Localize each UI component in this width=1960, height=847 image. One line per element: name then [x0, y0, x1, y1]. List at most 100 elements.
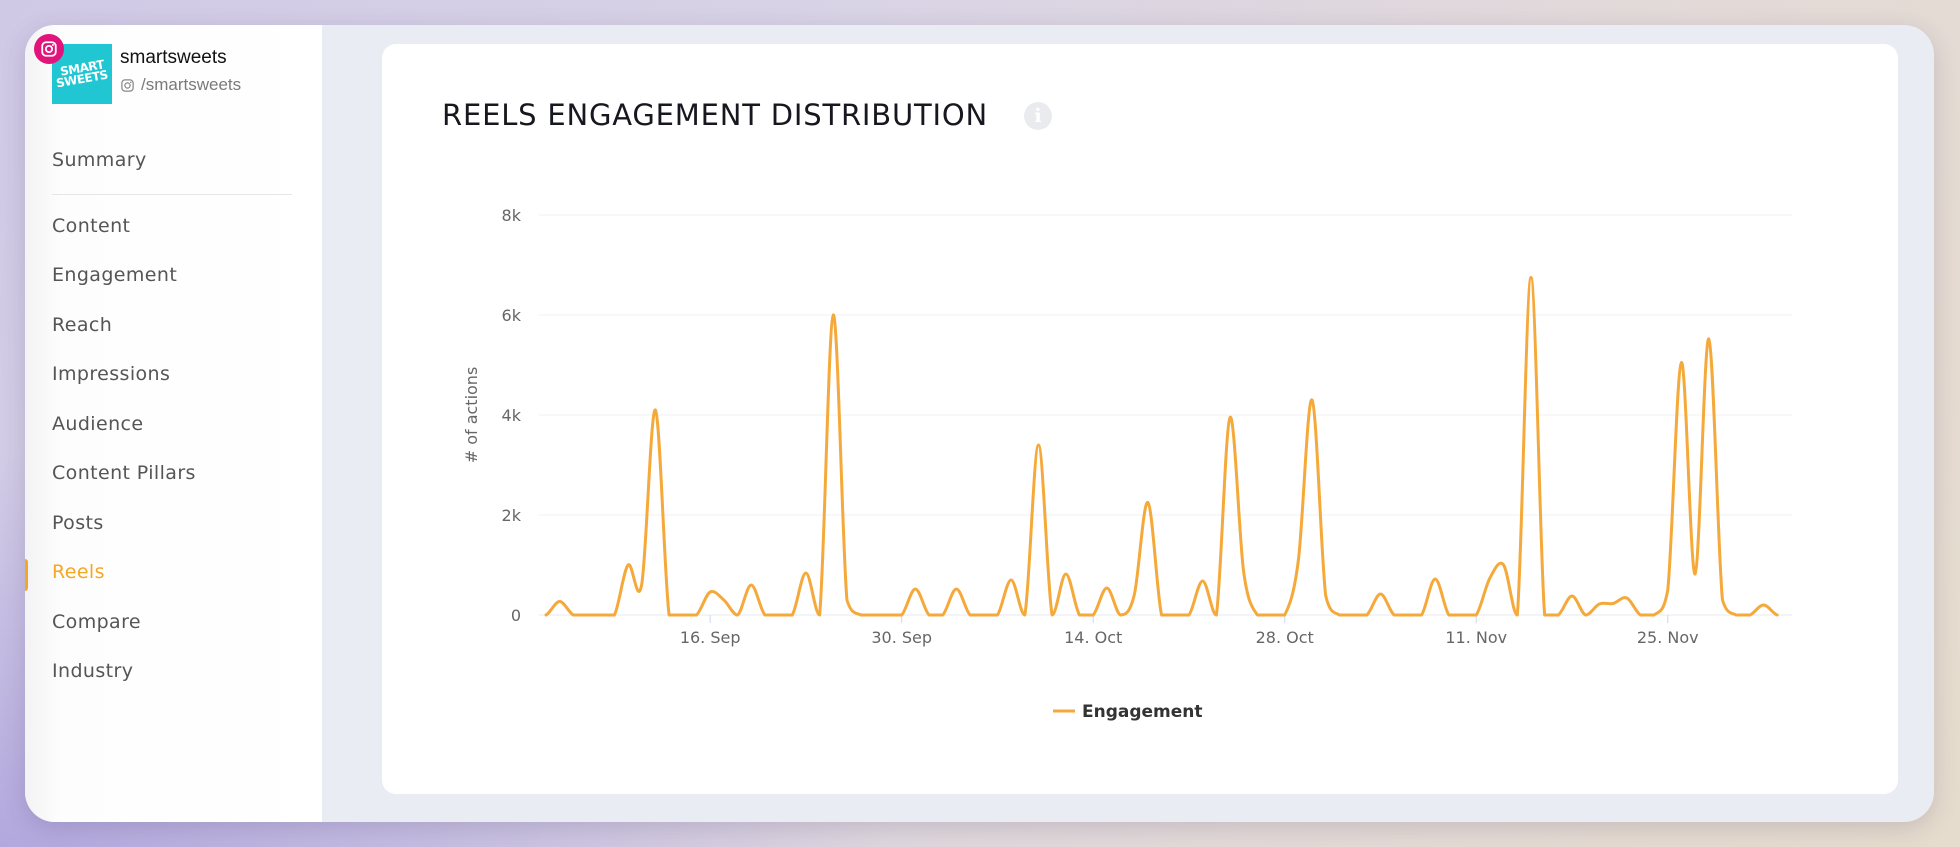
- data-point[interactable]: [1625, 596, 1628, 600]
- data-point[interactable]: [1050, 613, 1054, 617]
- sidebar-item-content-pillars[interactable]: Content Pillars: [52, 462, 196, 484]
- data-point[interactable]: [1461, 613, 1464, 617]
- data-point[interactable]: [1488, 576, 1492, 580]
- sidebar-item-compare[interactable]: Compare: [52, 611, 141, 633]
- data-point[interactable]: [572, 613, 575, 617]
- data-point[interactable]: [722, 598, 726, 602]
- data-point[interactable]: [1639, 613, 1642, 617]
- data-point[interactable]: [845, 598, 849, 602]
- data-point[interactable]: [1598, 602, 1601, 606]
- data-point[interactable]: [982, 613, 985, 617]
- data-point[interactable]: [1283, 613, 1286, 617]
- data-point[interactable]: [1543, 613, 1546, 617]
- data-point[interactable]: [1693, 572, 1697, 576]
- data-point[interactable]: [1297, 558, 1300, 562]
- data-point[interactable]: [914, 587, 917, 591]
- data-point[interactable]: [1570, 594, 1574, 598]
- data-point[interactable]: [681, 613, 684, 617]
- data-point[interactable]: [1502, 563, 1505, 567]
- data-point[interactable]: [1256, 613, 1259, 617]
- data-point[interactable]: [1776, 613, 1779, 617]
- data-point[interactable]: [736, 613, 739, 617]
- data-point[interactable]: [1406, 613, 1410, 617]
- data-point[interactable]: [955, 587, 958, 591]
- data-point[interactable]: [667, 613, 671, 617]
- data-point[interactable]: [832, 313, 835, 317]
- sidebar-item-reach[interactable]: Reach: [52, 314, 112, 336]
- data-point[interactable]: [941, 613, 944, 617]
- data-point[interactable]: [1037, 443, 1040, 447]
- data-point[interactable]: [859, 613, 862, 617]
- data-point[interactable]: [1475, 613, 1478, 617]
- data-point[interactable]: [1707, 337, 1711, 341]
- data-point[interactable]: [1748, 613, 1752, 617]
- sidebar-item-engagement[interactable]: Engagement: [52, 264, 177, 286]
- data-point[interactable]: [996, 613, 999, 617]
- data-point[interactable]: [599, 613, 602, 617]
- data-point[interactable]: [1611, 602, 1615, 605]
- data-point[interactable]: [695, 613, 698, 617]
- data-point[interactable]: [1529, 276, 1533, 279]
- data-point[interactable]: [818, 613, 821, 617]
- data-point[interactable]: [1009, 578, 1013, 582]
- data-point[interactable]: [1105, 586, 1109, 590]
- data-point[interactable]: [1324, 594, 1327, 598]
- data-point[interactable]: [873, 613, 876, 617]
- series-line-engagement[interactable]: [544, 276, 1779, 617]
- data-point[interactable]: [1379, 592, 1382, 596]
- data-point[interactable]: [1174, 613, 1177, 617]
- data-point[interactable]: [791, 613, 794, 617]
- data-point[interactable]: [626, 563, 630, 567]
- data-point[interactable]: [750, 583, 753, 587]
- data-point[interactable]: [1666, 588, 1669, 592]
- data-point[interactable]: [613, 613, 616, 617]
- data-point[interactable]: [654, 408, 657, 412]
- sidebar-item-summary[interactable]: Summary: [52, 149, 147, 171]
- account-handle[interactable]: /smartsweets: [120, 75, 241, 95]
- data-point[interactable]: [1215, 613, 1218, 617]
- data-point[interactable]: [1242, 570, 1245, 574]
- data-point[interactable]: [1310, 398, 1314, 402]
- data-point[interactable]: [1078, 613, 1081, 617]
- data-point[interactable]: [1365, 613, 1368, 617]
- data-point[interactable]: [585, 613, 589, 617]
- data-point[interactable]: [1762, 603, 1765, 607]
- data-point[interactable]: [1734, 613, 1738, 617]
- data-point[interactable]: [1133, 593, 1136, 597]
- data-point[interactable]: [1680, 361, 1683, 364]
- data-point[interactable]: [763, 613, 767, 617]
- data-point[interactable]: [1092, 613, 1095, 617]
- data-point[interactable]: [1584, 613, 1587, 617]
- data-point[interactable]: [1146, 501, 1150, 504]
- data-point[interactable]: [1187, 613, 1191, 617]
- data-point[interactable]: [1338, 613, 1341, 617]
- sidebar-item-industry[interactable]: Industry: [52, 660, 133, 682]
- data-point[interactable]: [1064, 572, 1068, 576]
- data-point[interactable]: [1557, 613, 1560, 617]
- legend-label-engagement[interactable]: Engagement: [1082, 702, 1203, 722]
- data-point[interactable]: [886, 613, 890, 617]
- sidebar-item-impressions[interactable]: Impressions: [52, 363, 170, 385]
- data-point[interactable]: [1652, 613, 1656, 617]
- data-point[interactable]: [558, 600, 561, 603]
- data-point[interactable]: [1721, 598, 1724, 602]
- data-point[interactable]: [1228, 416, 1232, 419]
- data-point[interactable]: [968, 613, 972, 617]
- data-point[interactable]: [1420, 613, 1423, 617]
- data-point[interactable]: [544, 613, 548, 617]
- legend[interactable]: Engagement: [1053, 702, 1203, 722]
- data-point[interactable]: [900, 613, 903, 617]
- data-point[interactable]: [1160, 613, 1163, 617]
- data-point[interactable]: [640, 582, 643, 586]
- data-point[interactable]: [1351, 613, 1355, 617]
- data-point[interactable]: [1119, 613, 1122, 617]
- data-point[interactable]: [1516, 613, 1519, 617]
- data-point[interactable]: [1023, 613, 1026, 617]
- data-point[interactable]: [708, 590, 712, 594]
- sidebar-item-audience[interactable]: Audience: [52, 413, 143, 435]
- data-point[interactable]: [777, 613, 780, 617]
- data-point[interactable]: [927, 613, 931, 617]
- data-point[interactable]: [804, 571, 808, 575]
- data-point[interactable]: [1392, 613, 1396, 617]
- data-point[interactable]: [1447, 613, 1451, 617]
